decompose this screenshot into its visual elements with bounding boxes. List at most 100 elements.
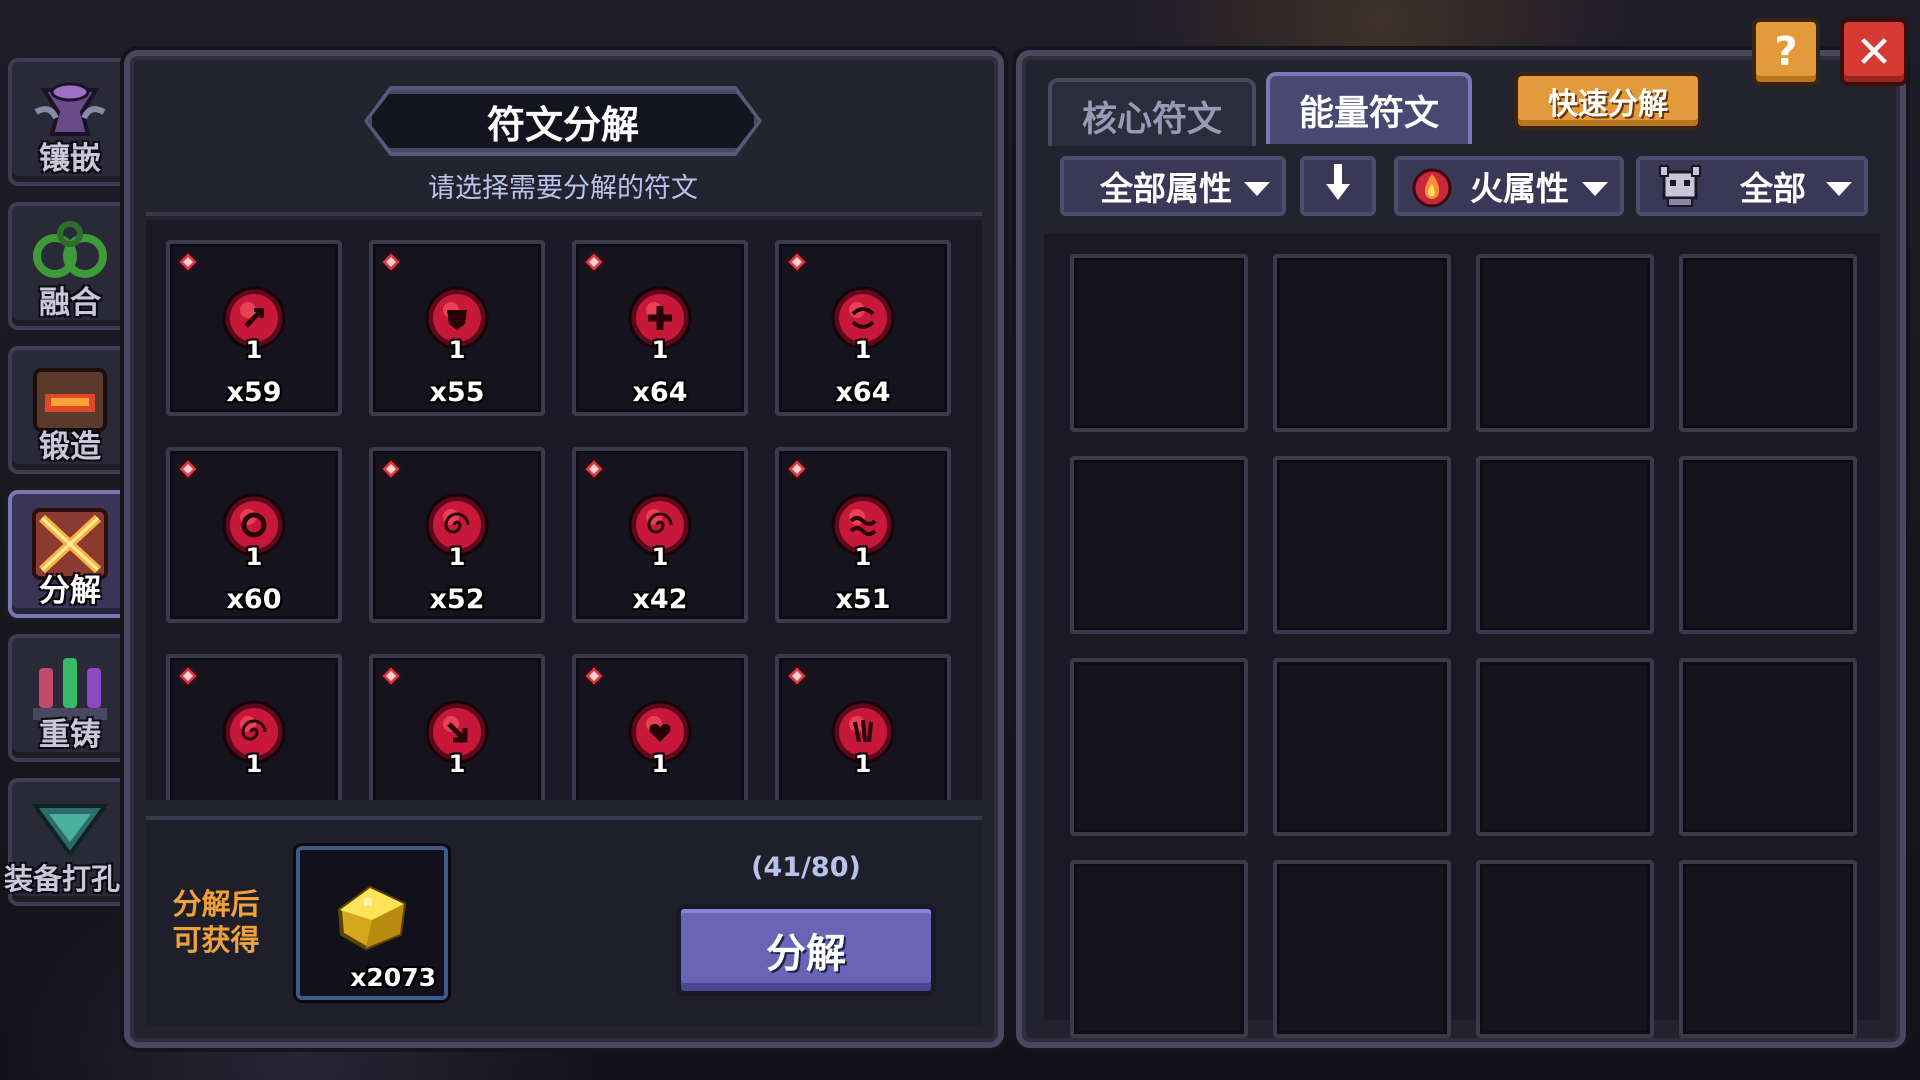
rune-count: x59 <box>226 377 282 408</box>
tab-energy-runes[interactable]: 能量符文 <box>1266 72 1472 144</box>
inventory-slot[interactable] <box>1273 860 1451 1038</box>
fire-element-icon <box>582 457 606 485</box>
inventory-slot[interactable] <box>1476 658 1654 836</box>
fire-element-icon <box>582 664 606 692</box>
rune-slot[interactable]: 1 x64 <box>775 240 951 416</box>
rune-level: 1 <box>651 336 669 364</box>
rune-level: 1 <box>854 336 872 364</box>
inventory-slot[interactable] <box>1070 658 1248 836</box>
sidebar-item-label: 锻造 <box>39 429 101 465</box>
rune-level: 1 <box>448 750 466 778</box>
inventory-slot[interactable] <box>1070 860 1248 1038</box>
rune-level: 1 <box>854 543 872 571</box>
rune-count: x51 <box>835 584 891 615</box>
arrow-down-icon <box>1324 162 1352 210</box>
element-filter-dropdown[interactable]: 火属性 <box>1394 156 1624 216</box>
inventory-slot[interactable] <box>1070 456 1248 634</box>
fire-element-icon <box>379 457 403 485</box>
sidebar-item-label: 镶嵌 <box>39 141 101 177</box>
quick-decompose-button[interactable]: 快速分解 <box>1514 72 1702 130</box>
fire-element-icon <box>785 457 809 485</box>
decompose-button[interactable]: 分解 <box>676 904 936 996</box>
help-button[interactable]: ? <box>1752 18 1820 86</box>
rune-slot[interactable]: 1 x60 <box>166 447 342 623</box>
reward-label-line2: 可获得 <box>172 923 260 957</box>
inventory-slot[interactable] <box>1476 254 1654 432</box>
reward-label: 分解后 可获得 <box>164 886 268 958</box>
inventory-slot[interactable] <box>1476 860 1654 1038</box>
fire-element-icon <box>785 664 809 692</box>
attribute-filter-label: 全部属性 <box>1100 169 1232 208</box>
rune-level: 1 <box>245 543 263 571</box>
chevron-down-icon <box>1244 182 1270 196</box>
inventory-slot[interactable] <box>1679 456 1857 634</box>
sidebar-item-decompose[interactable]: 分解 <box>8 490 132 618</box>
fire-element-icon <box>176 664 200 692</box>
sidebar-item-inlay[interactable]: 镶嵌 <box>8 58 132 186</box>
inventory-slot[interactable] <box>1273 254 1451 432</box>
inventory-slot[interactable] <box>1679 860 1857 1038</box>
rune-slot[interactable]: 1 <box>369 654 545 800</box>
element-filter-label: 火属性 <box>1470 169 1569 208</box>
inventory-grid <box>1044 234 1880 1038</box>
fire-element-icon <box>176 457 200 485</box>
rune-count: x42 <box>632 584 688 615</box>
sidebar-item-label: 分解 <box>39 573 101 609</box>
rune-slot[interactable]: 1 <box>166 654 342 800</box>
rune-level: 1 <box>651 750 669 778</box>
attribute-filter-dropdown[interactable]: 全部属性 <box>1060 156 1286 216</box>
close-icon: ✕ <box>1855 26 1893 78</box>
sidebar-item-socket[interactable]: 装备打孔 <box>4 778 132 906</box>
fire-element-icon <box>379 664 403 692</box>
fire-icon <box>1412 166 1452 216</box>
tab-core-runes[interactable]: 核心符文 <box>1048 78 1256 150</box>
inventory-slot[interactable] <box>1679 254 1857 432</box>
rune-slot[interactable]: 1 x64 <box>572 240 748 416</box>
rune-grid: 1 x59 1 x55 1 x64 1 x64 1 x60 1 x52 1 x42 1 x51 1 1 1 1 <box>146 220 982 800</box>
rune-level: 1 <box>448 543 466 571</box>
close-button[interactable]: ✕ <box>1840 18 1908 86</box>
rune-count: x64 <box>835 377 891 408</box>
rune-level: 1 <box>245 750 263 778</box>
rune-count: x60 <box>226 584 282 615</box>
rune-slot[interactable]: 1 <box>572 654 748 800</box>
inventory-slot[interactable] <box>1679 658 1857 836</box>
sidebar-item-fusion[interactable]: 融合 <box>8 202 132 330</box>
sort-order-button[interactable] <box>1300 156 1376 216</box>
fire-element-icon <box>379 250 403 278</box>
rune-count: x64 <box>632 377 688 408</box>
category-filter-dropdown[interactable]: 全部 <box>1636 156 1868 216</box>
fire-element-icon <box>582 250 606 278</box>
rune-slot[interactable]: 1 x55 <box>369 240 545 416</box>
sidebar-item-label: 融合 <box>39 285 101 321</box>
reward-label-line1: 分解后 <box>172 887 260 921</box>
rune-capacity: (41/80) <box>751 852 861 883</box>
rune-slot[interactable]: 1 x42 <box>572 447 748 623</box>
inventory-slot[interactable] <box>1273 658 1451 836</box>
gold-ore-icon <box>330 876 414 960</box>
robot-icon <box>1656 164 1704 218</box>
reward-slot[interactable]: x2073 <box>296 846 448 1000</box>
rune-level: 1 <box>448 336 466 364</box>
rune-slot[interactable]: 1 x51 <box>775 447 951 623</box>
rune-level: 1 <box>651 543 669 571</box>
decompose-instruction: 请选择需要分解的符文 <box>428 173 698 204</box>
chevron-down-icon <box>1582 182 1608 196</box>
sidebar-item-recast[interactable]: 重铸 <box>8 634 132 762</box>
divider <box>146 212 982 216</box>
sidebar-item-forge[interactable]: 锻造 <box>8 346 132 474</box>
rune-slot[interactable]: 1 x59 <box>166 240 342 416</box>
rune-slot[interactable]: 1 <box>775 654 951 800</box>
fire-element-icon <box>785 250 809 278</box>
rune-slot[interactable]: 1 x52 <box>369 447 545 623</box>
rune-count: x55 <box>429 377 485 408</box>
inventory-slot[interactable] <box>1273 456 1451 634</box>
inventory-slot[interactable] <box>1476 456 1654 634</box>
chevron-down-icon <box>1826 182 1852 196</box>
reward-count: x2073 <box>350 963 436 992</box>
rune-level: 1 <box>245 336 263 364</box>
page-title: 符文分解 <box>368 90 758 152</box>
inventory-slot[interactable] <box>1070 254 1248 432</box>
rune-count: x52 <box>429 584 485 615</box>
category-filter-label: 全部 <box>1740 169 1806 208</box>
